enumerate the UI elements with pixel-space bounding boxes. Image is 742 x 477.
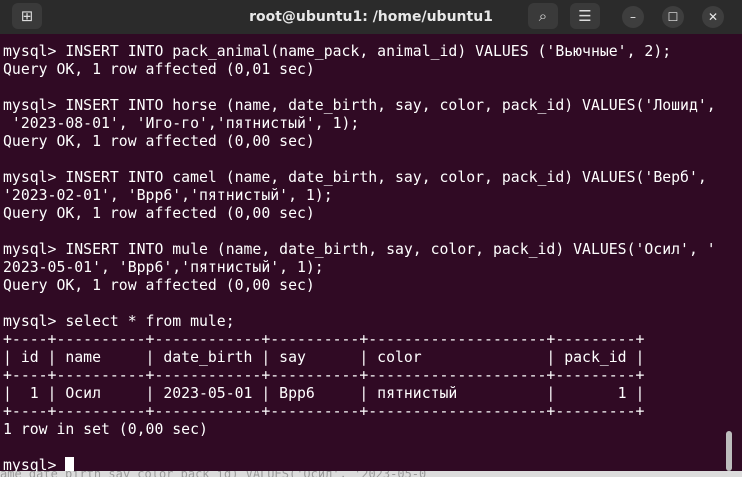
- background-window-text: ame date birth say color pack id) VALUES…: [0, 471, 742, 477]
- close-icon[interactable]: ✕: [702, 6, 724, 28]
- prompt-line[interactable]: mysql>: [3, 457, 75, 471]
- table-border: +----+----------+------------+----------…: [3, 367, 645, 384]
- scrollbar-thumb[interactable]: [726, 431, 732, 471]
- maximize-icon[interactable]: ☐: [662, 6, 684, 28]
- terminal-line: Query OK, 1 row affected (0,00 sec): [3, 205, 315, 222]
- text-cursor: [65, 457, 75, 471]
- terminal-line: Query OK, 1 row affected (0,00 sec): [3, 133, 315, 150]
- title-bar: ⊞ root@ubuntu1: /home/ubuntu1 ⌕ ☰ – ☐ ✕: [0, 0, 742, 34]
- table-border: +----+----------+------------+----------…: [3, 403, 645, 420]
- terminal-line: mysql> select * from mule;: [3, 313, 235, 330]
- terminal-line: mysql> INSERT INTO mule (name, date_birt…: [3, 241, 716, 258]
- terminal-line: 1 row in set (0,00 sec): [3, 421, 208, 438]
- prompt-text: mysql>: [3, 457, 66, 471]
- terminal-line: mysql> INSERT INTO camel (name, date_bir…: [3, 169, 707, 186]
- menu-icon[interactable]: ☰: [570, 3, 600, 29]
- minimize-icon[interactable]: –: [622, 6, 644, 28]
- table-border: +----+----------+------------+----------…: [3, 331, 645, 348]
- terminal-output[interactable]: mysql> INSERT INTO pack_animal(name_pack…: [0, 36, 724, 471]
- terminal-line: mysql> INSERT INTO horse (name, date_bir…: [3, 97, 716, 114]
- search-icon[interactable]: ⌕: [528, 3, 558, 29]
- terminal-window: ⊞ root@ubuntu1: /home/ubuntu1 ⌕ ☰ – ☐ ✕ …: [0, 0, 742, 471]
- terminal-line: '2023-02-01', 'Врр6','пятнистый', 1);: [3, 187, 333, 204]
- table-row: | 1 | Осил | 2023-05-01 | Врр6 | пятнист…: [3, 385, 645, 402]
- terminal-line: '2023-08-01', 'Иго-го','пятнистый', 1);: [3, 115, 360, 132]
- terminal-line: Query OK, 1 row affected (0,01 sec): [3, 61, 315, 78]
- terminal-line: mysql> INSERT INTO pack_animal(name_pack…: [3, 43, 672, 60]
- table-header-row: | id | name | date_birth | say | color |…: [3, 349, 645, 366]
- terminal-line: Query OK, 1 row affected (0,00 sec): [3, 277, 315, 294]
- terminal-line: 2023-05-01', 'Врр6','пятнистый', 1);: [3, 259, 324, 276]
